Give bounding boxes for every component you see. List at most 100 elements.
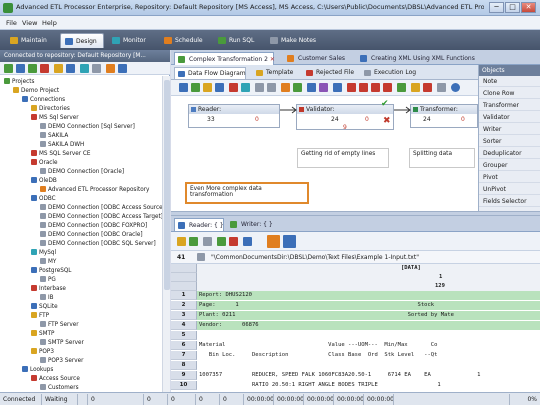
go-icon[interactable] bbox=[397, 83, 406, 92]
tree-node[interactable]: DEMO Connection [ODBC Access Source] bbox=[40, 204, 162, 212]
object-item[interactable]: Clone Row bbox=[479, 88, 540, 99]
calendar-icon[interactable] bbox=[347, 83, 356, 92]
export-icon[interactable] bbox=[106, 64, 115, 73]
tab-schedule[interactable]: Schedule bbox=[160, 33, 214, 48]
properties-icon[interactable] bbox=[92, 64, 101, 73]
tab-template[interactable]: Template bbox=[253, 67, 301, 79]
tree-node[interactable]: PG bbox=[40, 276, 56, 284]
tree-node[interactable]: PostgreSQL bbox=[31, 267, 71, 275]
view-icon[interactable] bbox=[283, 235, 296, 248]
delete-icon[interactable] bbox=[229, 83, 238, 92]
tab-monitor[interactable]: Monitor bbox=[108, 33, 158, 48]
object-item[interactable]: Pivot bbox=[479, 172, 540, 183]
tab-make-notes[interactable]: Make Notes bbox=[266, 33, 328, 48]
tab-rejected-file[interactable]: Rejected File bbox=[303, 67, 361, 79]
calendar-icon[interactable] bbox=[371, 83, 380, 92]
new-folder-icon[interactable] bbox=[16, 64, 25, 73]
edit-icon[interactable] bbox=[197, 253, 205, 261]
note-splitting-data[interactable]: Splitting data bbox=[409, 148, 475, 168]
maximize-button[interactable]: □ bbox=[505, 2, 520, 13]
new-project-icon[interactable] bbox=[4, 64, 13, 73]
grid-icon[interactable] bbox=[267, 83, 276, 92]
tree-node[interactable]: MS SQL Server CE bbox=[31, 150, 90, 158]
copy-icon[interactable] bbox=[54, 64, 63, 73]
tab-design[interactable]: Design bbox=[60, 33, 104, 48]
object-item[interactable]: Transformer bbox=[479, 100, 540, 111]
table-row[interactable]: 5 bbox=[171, 331, 540, 340]
tree-node[interactable]: Advanced ETL Processor Repository bbox=[40, 186, 149, 194]
menu-view[interactable]: View bbox=[22, 19, 37, 27]
table-row[interactable]: 3 Plant: 0211 Sorted by Mate bbox=[171, 311, 540, 320]
note-empty-lines[interactable]: Getting rid of empty lines bbox=[297, 148, 389, 168]
columns-icon[interactable] bbox=[203, 237, 212, 246]
object-item[interactable]: Writer bbox=[479, 124, 540, 135]
check-icon[interactable] bbox=[293, 83, 302, 92]
tree-node[interactable]: IB bbox=[40, 294, 54, 302]
object-item[interactable]: Note bbox=[479, 76, 540, 87]
tab-writer[interactable]: Writer: { } bbox=[227, 218, 273, 231]
export-icon[interactable] bbox=[281, 83, 290, 92]
tree-node[interactable]: POP3 bbox=[31, 348, 54, 356]
data-grid[interactable]: [DATA] 1 129 1 Report: DHUS2120 2 Page: 1 S… bbox=[171, 264, 540, 392]
tree-node[interactable]: POP3 Server bbox=[40, 357, 83, 365]
tab-run-sql[interactable]: Run SQL bbox=[214, 33, 264, 48]
tree-node[interactable]: OleDB bbox=[31, 177, 57, 185]
tree-node[interactable]: FTP bbox=[31, 312, 49, 320]
tree-node[interactable]: Directories bbox=[31, 105, 70, 113]
tree-node[interactable]: MySql bbox=[31, 249, 56, 257]
menu-file[interactable]: File bbox=[6, 19, 17, 27]
tree-node[interactable]: MY bbox=[40, 258, 56, 266]
diagram-canvas[interactable]: Reader: 33 0 Validator: 24 0 9 ✔ ✖ Trans… bbox=[171, 96, 478, 211]
tree-scroll-thumb[interactable] bbox=[164, 80, 170, 290]
print-icon[interactable] bbox=[333, 83, 342, 92]
grid-icon[interactable] bbox=[243, 237, 252, 246]
refresh-icon[interactable] bbox=[189, 237, 198, 246]
save-icon[interactable] bbox=[215, 83, 224, 92]
folder-icon[interactable] bbox=[203, 83, 212, 92]
tab-data-flow-diagram[interactable]: Data Flow Diagram bbox=[174, 67, 246, 79]
align-icon[interactable] bbox=[255, 83, 264, 92]
table-row[interactable]: 1 Report: DHUS2120 bbox=[171, 291, 540, 300]
object-item[interactable]: Fields Selector bbox=[479, 196, 540, 207]
tree-node[interactable]: Projects bbox=[4, 78, 34, 86]
table-row[interactable]: 2 Page: 1 Stock bbox=[171, 301, 540, 310]
object-item[interactable]: Deduplicator bbox=[479, 148, 540, 159]
tree-node[interactable]: FTP Server bbox=[40, 321, 79, 329]
calendar-icon[interactable] bbox=[359, 83, 368, 92]
tree-node[interactable]: Connections bbox=[22, 96, 65, 104]
tree-node[interactable]: Lookups bbox=[22, 366, 53, 374]
object-item[interactable]: Sorter bbox=[479, 136, 540, 147]
add-icon[interactable] bbox=[217, 237, 226, 246]
table-row[interactable]: 8 bbox=[171, 361, 540, 370]
open-icon[interactable] bbox=[179, 83, 188, 92]
settings-icon[interactable] bbox=[319, 83, 328, 92]
close-button[interactable]: ✕ bbox=[521, 2, 536, 13]
menu-help[interactable]: Help bbox=[42, 19, 57, 27]
delete-icon[interactable] bbox=[40, 64, 49, 73]
refresh-icon[interactable] bbox=[80, 64, 89, 73]
tree-node[interactable]: SQLite bbox=[31, 303, 58, 311]
filter-icon[interactable] bbox=[267, 235, 280, 248]
note-icon[interactable] bbox=[411, 83, 420, 92]
tab-reader[interactable]: Reader: { } bbox=[174, 218, 224, 231]
table-row[interactable]: 7 Bin Loc. Description Class Base Ord St… bbox=[171, 351, 540, 360]
doc-tab-customer-sales[interactable]: Customer Sales bbox=[284, 52, 349, 65]
zoom-icon[interactable] bbox=[307, 83, 316, 92]
table-row[interactable]: 10 RATIO 20.50:1 RIGHT ANGLE BODES TRIPL… bbox=[171, 381, 540, 390]
table-row[interactable]: 6 Material Value ---UOM--- Min/Max Co bbox=[171, 341, 540, 350]
object-item[interactable]: UnPivot bbox=[479, 184, 540, 195]
help-icon[interactable] bbox=[118, 64, 127, 73]
tree-node[interactable]: MS Sql Server bbox=[31, 114, 79, 122]
tree-node[interactable]: SAKILA bbox=[40, 132, 68, 140]
close-tab-icon[interactable]: ✕ bbox=[270, 56, 275, 63]
repository-tree[interactable]: Projects Demo Project Connections Directori… bbox=[0, 76, 162, 392]
object-item[interactable]: Validator bbox=[479, 112, 540, 123]
open-file-icon[interactable] bbox=[177, 237, 186, 246]
table-row[interactable]: 4 Vendor: 06876 bbox=[171, 321, 540, 330]
paste-icon[interactable] bbox=[66, 64, 75, 73]
minimize-button[interactable]: ─ bbox=[489, 2, 504, 13]
tree-node[interactable]: DEMO Connection [Sql Server] bbox=[40, 123, 135, 131]
tree-node[interactable]: SAKILA DWH bbox=[40, 141, 84, 149]
tree-node[interactable]: DEMO Connection [ODBC Oracle] bbox=[40, 231, 143, 239]
tree-node[interactable]: Customers bbox=[40, 384, 79, 392]
